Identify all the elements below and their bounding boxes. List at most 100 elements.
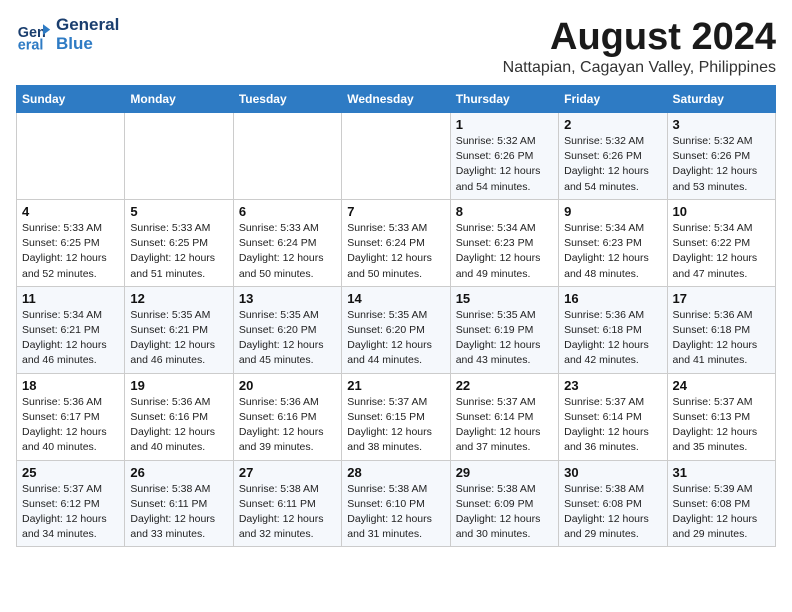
day-info: Sunrise: 5:33 AMSunset: 6:24 PMDaylight:… (239, 221, 336, 282)
calendar-cell: 19Sunrise: 5:36 AMSunset: 6:16 PMDayligh… (125, 373, 233, 460)
weekday-header-saturday: Saturday (667, 86, 775, 113)
weekday-header-row: SundayMondayTuesdayWednesdayThursdayFrid… (17, 86, 776, 113)
calendar-cell: 12Sunrise: 5:35 AMSunset: 6:21 PMDayligh… (125, 286, 233, 373)
calendar-week-row: 4 Sunrise: 5:33 AMSunset: 6:25 PMDaylight… (17, 199, 776, 286)
calendar-subtitle: Nattapian, Cagayan Valley, Philippines (503, 59, 776, 77)
calendar-title: August 2024 (503, 16, 776, 59)
day-info: Sunrise: 5:38 AMSunset: 6:10 PMDaylight:… (347, 482, 444, 543)
calendar-cell: 31 Sunrise: 5:39 AMSunset: 6:08 PMDayligh… (667, 460, 775, 547)
calendar-cell: 28 Sunrise: 5:38 AMSunset: 6:10 PMDayligh… (342, 460, 450, 547)
day-number: 24 (673, 378, 770, 393)
svg-text:eral: eral (18, 37, 44, 53)
day-info: Sunrise: 5:36 AMSunset: 6:16 PMDaylight:… (239, 395, 336, 456)
calendar-cell: 20 Sunrise: 5:36 AMSunset: 6:16 PMDayligh… (233, 373, 341, 460)
day-number: 31 (673, 465, 770, 480)
day-info: Sunrise: 5:37 AMSunset: 6:13 PMDaylight:… (673, 395, 770, 456)
day-number: 15 (456, 291, 553, 306)
logo-icon: Gen eral (16, 17, 52, 53)
day-info: Sunrise: 5:32 AMSunset: 6:26 PMDaylight:… (564, 134, 661, 195)
title-block: August 2024 Nattapian, Cagayan Valley, P… (503, 16, 776, 77)
day-number: 13 (239, 291, 336, 306)
calendar-header: SundayMondayTuesdayWednesdayThursdayFrid… (17, 86, 776, 113)
calendar-week-row: 1Sunrise: 5:32 AMSunset: 6:26 PMDaylight… (17, 113, 776, 200)
calendar-week-row: 25Sunrise: 5:37 AMSunset: 6:12 PMDayligh… (17, 460, 776, 547)
day-info: Sunrise: 5:32 AMSunset: 6:26 PMDaylight:… (673, 134, 770, 195)
day-info: Sunrise: 5:35 AMSunset: 6:19 PMDaylight:… (456, 308, 553, 369)
day-info: Sunrise: 5:38 AMSunset: 6:09 PMDaylight:… (456, 482, 553, 543)
day-number: 12 (130, 291, 227, 306)
calendar-cell: 11Sunrise: 5:34 AMSunset: 6:21 PMDayligh… (17, 286, 125, 373)
calendar-cell: 10Sunrise: 5:34 AMSunset: 6:22 PMDayligh… (667, 199, 775, 286)
calendar-week-row: 11Sunrise: 5:34 AMSunset: 6:21 PMDayligh… (17, 286, 776, 373)
day-number: 2 (564, 117, 661, 132)
day-info: Sunrise: 5:32 AMSunset: 6:26 PMDaylight:… (456, 134, 553, 195)
day-info: Sunrise: 5:38 AMSunset: 6:11 PMDaylight:… (239, 482, 336, 543)
day-info: Sunrise: 5:37 AMSunset: 6:15 PMDaylight:… (347, 395, 444, 456)
page-header: Gen eral General Blue August 2024 Nattap… (16, 16, 776, 77)
day-number: 27 (239, 465, 336, 480)
day-info: Sunrise: 5:33 AMSunset: 6:25 PMDaylight:… (22, 221, 119, 282)
calendar-cell: 23 Sunrise: 5:37 AMSunset: 6:14 PMDayligh… (559, 373, 667, 460)
calendar-cell: 1Sunrise: 5:32 AMSunset: 6:26 PMDaylight… (450, 113, 558, 200)
day-info: Sunrise: 5:36 AMSunset: 6:18 PMDaylight:… (673, 308, 770, 369)
day-number: 18 (22, 378, 119, 393)
calendar-cell (17, 113, 125, 200)
calendar-table: SundayMondayTuesdayWednesdayThursdayFrid… (16, 85, 776, 547)
calendar-cell: 14Sunrise: 5:35 AMSunset: 6:20 PMDayligh… (342, 286, 450, 373)
logo-text-line2: Blue (56, 35, 119, 54)
weekday-header-thursday: Thursday (450, 86, 558, 113)
calendar-cell: 24 Sunrise: 5:37 AMSunset: 6:13 PMDayligh… (667, 373, 775, 460)
day-number: 25 (22, 465, 119, 480)
calendar-cell: 25Sunrise: 5:37 AMSunset: 6:12 PMDayligh… (17, 460, 125, 547)
calendar-cell: 22Sunrise: 5:37 AMSunset: 6:14 PMDayligh… (450, 373, 558, 460)
calendar-week-row: 18 Sunrise: 5:36 AMSunset: 6:17 PMDayligh… (17, 373, 776, 460)
calendar-cell: 27 Sunrise: 5:38 AMSunset: 6:11 PMDayligh… (233, 460, 341, 547)
day-number: 23 (564, 378, 661, 393)
day-number: 9 (564, 204, 661, 219)
calendar-cell: 15 Sunrise: 5:35 AMSunset: 6:19 PMDayligh… (450, 286, 558, 373)
day-info: Sunrise: 5:37 AMSunset: 6:14 PMDaylight:… (456, 395, 553, 456)
calendar-cell: 21 Sunrise: 5:37 AMSunset: 6:15 PMDayligh… (342, 373, 450, 460)
day-info: Sunrise: 5:34 AMSunset: 6:22 PMDaylight:… (673, 221, 770, 282)
day-number: 26 (130, 465, 227, 480)
logo-text-line1: General (56, 16, 119, 35)
calendar-cell: 2 Sunrise: 5:32 AMSunset: 6:26 PMDaylight… (559, 113, 667, 200)
calendar-cell: 13 Sunrise: 5:35 AMSunset: 6:20 PMDayligh… (233, 286, 341, 373)
day-info: Sunrise: 5:36 AMSunset: 6:18 PMDaylight:… (564, 308, 661, 369)
logo: Gen eral General Blue (16, 16, 119, 53)
calendar-cell (233, 113, 341, 200)
calendar-cell: 6Sunrise: 5:33 AMSunset: 6:24 PMDaylight… (233, 199, 341, 286)
calendar-cell: 30 Sunrise: 5:38 AMSunset: 6:08 PMDayligh… (559, 460, 667, 547)
calendar-cell: 17 Sunrise: 5:36 AMSunset: 6:18 PMDayligh… (667, 286, 775, 373)
day-info: Sunrise: 5:34 AMSunset: 6:23 PMDaylight:… (564, 221, 661, 282)
day-info: Sunrise: 5:33 AMSunset: 6:25 PMDaylight:… (130, 221, 227, 282)
day-number: 20 (239, 378, 336, 393)
day-number: 30 (564, 465, 661, 480)
calendar-cell: 18 Sunrise: 5:36 AMSunset: 6:17 PMDayligh… (17, 373, 125, 460)
calendar-cell: 4 Sunrise: 5:33 AMSunset: 6:25 PMDaylight… (17, 199, 125, 286)
calendar-cell: 7Sunrise: 5:33 AMSunset: 6:24 PMDaylight… (342, 199, 450, 286)
day-info: Sunrise: 5:39 AMSunset: 6:08 PMDaylight:… (673, 482, 770, 543)
day-number: 29 (456, 465, 553, 480)
day-info: Sunrise: 5:38 AMSunset: 6:11 PMDaylight:… (130, 482, 227, 543)
day-number: 17 (673, 291, 770, 306)
weekday-header-wednesday: Wednesday (342, 86, 450, 113)
day-info: Sunrise: 5:37 AMSunset: 6:14 PMDaylight:… (564, 395, 661, 456)
day-number: 11 (22, 291, 119, 306)
calendar-body: 1Sunrise: 5:32 AMSunset: 6:26 PMDaylight… (17, 113, 776, 547)
calendar-cell: 5 Sunrise: 5:33 AMSunset: 6:25 PMDaylight… (125, 199, 233, 286)
day-number: 4 (22, 204, 119, 219)
weekday-header-sunday: Sunday (17, 86, 125, 113)
day-info: Sunrise: 5:35 AMSunset: 6:20 PMDaylight:… (239, 308, 336, 369)
day-info: Sunrise: 5:36 AMSunset: 6:17 PMDaylight:… (22, 395, 119, 456)
day-number: 28 (347, 465, 444, 480)
weekday-header-monday: Monday (125, 86, 233, 113)
day-number: 5 (130, 204, 227, 219)
day-number: 14 (347, 291, 444, 306)
day-number: 21 (347, 378, 444, 393)
calendar-cell: 16Sunrise: 5:36 AMSunset: 6:18 PMDayligh… (559, 286, 667, 373)
day-info: Sunrise: 5:38 AMSunset: 6:08 PMDaylight:… (564, 482, 661, 543)
calendar-cell (342, 113, 450, 200)
calendar-cell: 8Sunrise: 5:34 AMSunset: 6:23 PMDaylight… (450, 199, 558, 286)
weekday-header-friday: Friday (559, 86, 667, 113)
